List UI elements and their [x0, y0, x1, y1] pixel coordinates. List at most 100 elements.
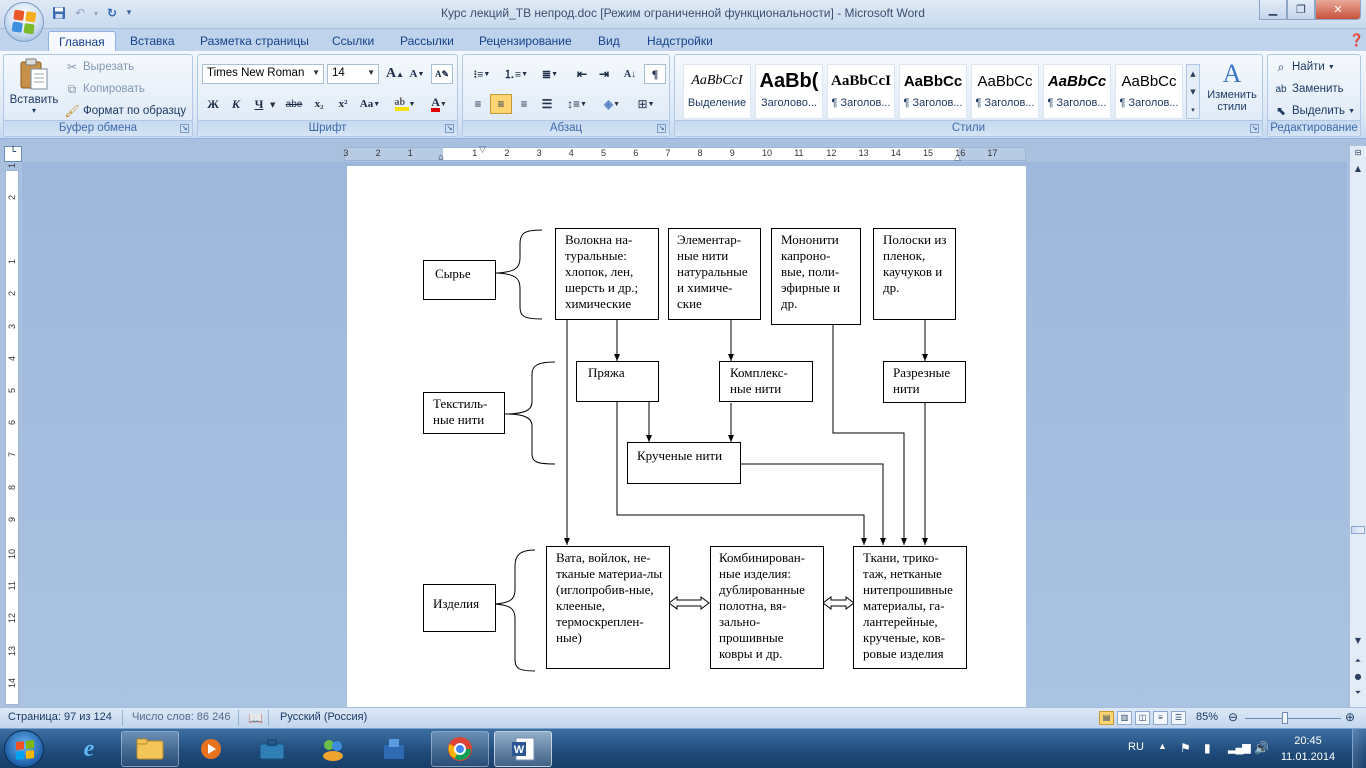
ruler-toggle-icon[interactable]: ⊟ [1351, 148, 1365, 162]
show-hidden-icons-icon[interactable]: ▲ [1158, 741, 1167, 751]
subscript-button[interactable]: x₂ [308, 94, 330, 114]
format-painter-button[interactable]: 🖌 Формат по образцу [64, 103, 186, 119]
shrink-font-button[interactable]: A ▼ [406, 64, 428, 84]
horizontal-ruler[interactable]: 3 2 1 1 2 3 4 5 6 7 8 9 10 11 12 13 14 15 16 17 ⌂ ▽ △ [343, 145, 1026, 163]
taskbar-media-player[interactable] [182, 731, 240, 767]
style-heading-6[interactable]: AaBbCc ¶ Заголов... [1115, 64, 1183, 119]
tab-selector-icon[interactable]: └ [4, 146, 22, 162]
volume-icon[interactable]: 🔊 [1254, 741, 1269, 755]
bullets-icon[interactable]: ⁝≡ ▼ [467, 64, 497, 84]
underline-dropdown-icon[interactable]: ▼ [270, 101, 275, 109]
language-indicator[interactable]: Русский (Россия) [280, 711, 367, 723]
taskbar-briefcase[interactable] [243, 731, 301, 767]
taskbar-internet-explorer[interactable]: e [60, 731, 118, 767]
select-browse-object-icon[interactable]: ● [1351, 672, 1365, 686]
cut-button[interactable]: ✂ Вырезать [64, 59, 134, 75]
vertical-scrollbar[interactable]: ⊟ ▲ ▼ ⏶ ● ⏷ [1349, 146, 1366, 707]
change-case-button[interactable]: Aa ▼ [356, 94, 384, 114]
grow-font-button[interactable]: A ▲ [384, 64, 406, 84]
align-right-icon[interactable]: ≡ [513, 94, 535, 114]
network-signal-icon[interactable]: ▂▄▆ [1228, 741, 1251, 754]
outline-view-icon[interactable]: ≡ [1153, 711, 1168, 725]
line-spacing-icon[interactable]: ↕≡ ▼ [562, 94, 592, 114]
minimize-button[interactable]: ▁ [1259, 0, 1287, 20]
power-icon[interactable]: ▮ [1204, 741, 1211, 755]
font-size-combo[interactable]: 14 ▼ [327, 64, 379, 84]
style-emphasis[interactable]: AaBbCcI Выделение [683, 64, 751, 119]
taskbar-messenger[interactable] [304, 731, 362, 767]
find-button[interactable]: ⌕ Найти ▼ [1273, 59, 1335, 75]
taskbar-chrome[interactable] [431, 731, 489, 767]
tab-home[interactable]: Главная [48, 31, 116, 51]
print-layout-view-icon[interactable]: ▤ [1099, 711, 1114, 725]
vertical-ruler[interactable]: 1 2 1 2 3 4 5 6 7 8 9 10 11 12 13 14 [5, 163, 19, 705]
page-indicator[interactable]: Страница: 97 из 124 [8, 711, 112, 723]
style-heading-2[interactable]: AaBbCcI ¶ Заголов... [827, 64, 895, 119]
zoom-in-icon[interactable]: ⊕ [1345, 710, 1355, 724]
close-button[interactable]: ✕ [1315, 0, 1361, 20]
zoom-slider-thumb[interactable] [1282, 712, 1288, 724]
proofing-icon[interactable]: 📖 [248, 711, 263, 725]
zoom-out-icon[interactable]: ⊖ [1228, 710, 1238, 724]
borders-icon[interactable]: ⊞ ▼ [631, 94, 661, 114]
styles-launcher-icon[interactable]: ↘ [1250, 124, 1259, 133]
strikethrough-button[interactable]: abe [283, 94, 305, 114]
scroll-thumb[interactable] [1351, 526, 1365, 534]
scroll-up-icon[interactable]: ▲ [1351, 164, 1365, 178]
help-icon[interactable]: ❓ [1349, 33, 1364, 47]
multilevel-list-icon[interactable]: ≣ ▼ [535, 64, 565, 84]
tab-review[interactable]: Рецензирование [469, 31, 582, 51]
underline-button[interactable]: Ч [248, 94, 270, 114]
superscript-button[interactable]: x² [332, 94, 354, 114]
highlight-button[interactable]: ab ▼ [390, 94, 420, 114]
paragraph-launcher-icon[interactable]: ↘ [657, 124, 666, 133]
style-heading-4[interactable]: AaBbCc ¶ Заголов... [971, 64, 1039, 119]
first-line-indent-marker-icon[interactable]: ▽ [479, 145, 486, 155]
style-heading-5[interactable]: AaBbCc ¶ Заголов... [1043, 64, 1111, 119]
font-launcher-icon[interactable]: ↘ [445, 124, 454, 133]
font-color-button[interactable]: A ▼ [424, 94, 454, 114]
increase-indent-icon[interactable]: ⇥ [593, 64, 615, 84]
clear-formatting-icon[interactable]: A✎ [431, 64, 453, 84]
scroll-down-icon[interactable]: ▼ [1351, 636, 1365, 650]
italic-button[interactable]: К [225, 94, 247, 114]
next-page-icon[interactable]: ⏷ [1351, 688, 1365, 702]
show-formatting-marks-icon[interactable]: ¶ [644, 64, 666, 84]
word-count[interactable]: Число слов: 86 246 [132, 711, 230, 723]
maximize-button[interactable]: ❐ [1287, 0, 1315, 20]
tab-mailings[interactable]: Рассылки [390, 31, 464, 51]
taskbar-word[interactable]: W [494, 731, 552, 767]
show-desktop-button[interactable] [1352, 729, 1366, 768]
office-button[interactable] [4, 2, 44, 42]
paste-button[interactable]: Вставить ▾ [10, 57, 58, 115]
taskbar-explorer[interactable] [121, 731, 179, 767]
tab-addins[interactable]: Надстройки [637, 31, 723, 51]
replace-button[interactable]: ab Заменить [1273, 81, 1343, 97]
align-left-icon[interactable]: ≡ [467, 94, 489, 114]
style-heading-3[interactable]: AaBbCc ¶ Заголов... [899, 64, 967, 119]
input-language[interactable]: RU [1128, 741, 1144, 753]
change-styles-button[interactable]: A Изменить стили [1203, 59, 1261, 113]
start-button[interactable] [4, 730, 44, 768]
action-center-flag-icon[interactable]: ⚑ [1180, 741, 1191, 755]
numbering-icon[interactable]: ⒈≡ ▼ [501, 64, 531, 84]
previous-page-icon[interactable]: ⏶ [1351, 656, 1365, 670]
shading-icon[interactable]: ◈ ▼ [597, 94, 627, 114]
zoom-slider-track[interactable] [1245, 712, 1341, 724]
copy-button[interactable]: ⧉ Копировать [64, 81, 145, 97]
tab-references[interactable]: Ссылки [322, 31, 384, 51]
select-button[interactable]: ⬉ Выделить ▼ [1273, 103, 1355, 119]
full-screen-reading-view-icon[interactable]: ▥ [1117, 711, 1132, 725]
clipboard-launcher-icon[interactable]: ↘ [180, 124, 189, 133]
style-heading-1[interactable]: AaBb( Заголово... [755, 64, 823, 119]
decrease-indent-icon[interactable]: ⇤ [571, 64, 593, 84]
font-name-combo[interactable]: Times New Roman ▼ [202, 64, 324, 84]
bold-button[interactable]: Ж [202, 94, 224, 114]
clock[interactable]: 20:45 11.01.2014 [1278, 733, 1338, 765]
styles-scroll[interactable]: ▲ ▼ ▾ [1186, 64, 1200, 119]
sort-icon[interactable]: A↓ [619, 64, 641, 84]
zoom-level[interactable]: 85% [1196, 711, 1218, 723]
web-layout-view-icon[interactable]: ◫ [1135, 711, 1150, 725]
justify-icon[interactable]: ☰ [536, 94, 558, 114]
tab-insert[interactable]: Вставка [120, 31, 185, 51]
